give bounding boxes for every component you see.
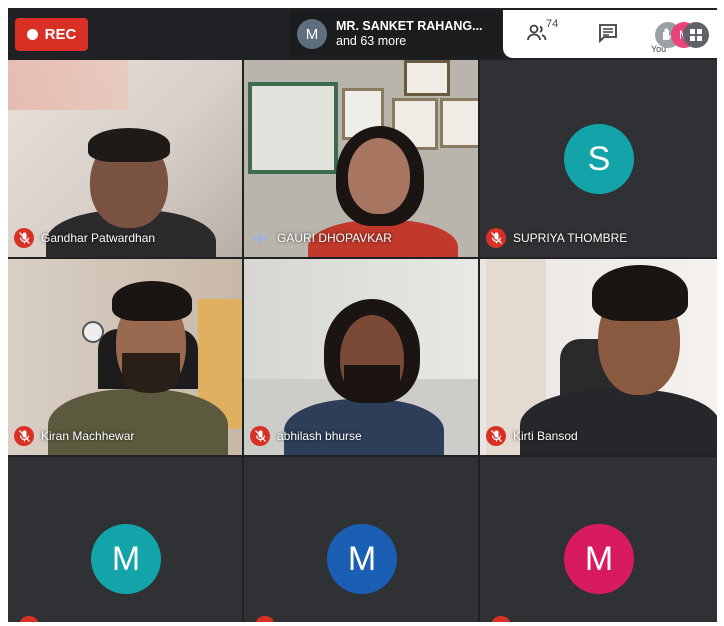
participant-name: SUPRIYA THOMBRE <box>513 231 628 245</box>
participant-name: GAURI DHOPAVKAR <box>277 231 392 245</box>
self-label: You <box>651 44 667 54</box>
participant-tile[interactable]: Gandhar Patwardhan <box>8 60 242 257</box>
participant-tile[interactable]: M <box>480 457 717 622</box>
mic-off-icon <box>256 616 274 622</box>
mic-off-icon <box>20 616 38 622</box>
participant-tile[interactable]: GAURI DHOPAVKAR <box>244 60 478 257</box>
mic-off-icon <box>14 426 34 446</box>
participant-tile[interactable]: Kiran Machhewar <box>8 259 242 455</box>
participant-name: Kiran Machhewar <box>41 429 135 443</box>
participant-avatar: M <box>91 524 161 594</box>
people-button[interactable]: 74 <box>527 18 558 42</box>
chat-icon <box>599 24 617 44</box>
people-icon <box>527 24 547 41</box>
participant-tile[interactable]: S SUPRIYA THOMBRE <box>480 60 717 257</box>
self-view-cluster[interactable]: M You <box>643 18 715 54</box>
participant-name: Gandhar Patwardhan <box>41 231 156 245</box>
participant-name: abhilash bhurse <box>277 429 362 443</box>
grid-layout-icon <box>690 29 702 41</box>
grid-layout-button[interactable] <box>683 22 709 48</box>
participant-label: Kirti Bansod <box>486 426 578 446</box>
presenter-subtitle: and 63 more <box>336 34 407 48</box>
presenter-name: MR. SANKET RAHANG... <box>336 19 483 33</box>
recording-badge[interactable]: REC <box>15 18 88 51</box>
participant-avatar: M <box>327 524 397 594</box>
recording-label: REC <box>44 26 77 43</box>
mic-off-icon <box>492 616 510 622</box>
presenter-avatar: M <box>297 19 327 49</box>
mic-off-icon <box>14 228 34 248</box>
participant-tile[interactable]: abhilash bhurse <box>244 259 478 455</box>
participant-avatar: S <box>564 124 634 194</box>
speaking-indicator-icon <box>250 228 270 248</box>
participant-label: SUPRIYA THOMBRE <box>486 228 627 248</box>
meeting-window: REC M MR. SANKET RAHANG... and 63 more 7… <box>8 8 717 622</box>
participant-tile[interactable]: Kirti Bansod <box>480 259 717 455</box>
presenter-chip[interactable]: M MR. SANKET RAHANG... and 63 more <box>290 10 502 58</box>
participant-name: Kirti Bansod <box>513 429 578 443</box>
participant-label: abhilash bhurse <box>250 426 362 446</box>
record-dot-icon <box>26 29 38 40</box>
participant-label: Gandhar Patwardhan <box>14 228 155 248</box>
mic-off-icon <box>486 426 506 446</box>
participant-count: 74 <box>546 18 559 30</box>
meeting-controls: 74 M You <box>503 10 717 58</box>
mic-off-icon <box>486 228 506 248</box>
participant-tile[interactable]: M <box>8 457 242 622</box>
participant-tile[interactable]: M <box>244 457 478 622</box>
participant-label: GAURI DHOPAVKAR <box>250 228 392 248</box>
video-grid: Gandhar Patwardhan GAURI DHOPAVKAR S SUP… <box>8 60 717 622</box>
chat-button[interactable] <box>598 23 618 48</box>
participant-label: Kiran Machhewar <box>14 426 134 446</box>
mic-off-icon <box>250 426 270 446</box>
participant-avatar: M <box>564 524 634 594</box>
